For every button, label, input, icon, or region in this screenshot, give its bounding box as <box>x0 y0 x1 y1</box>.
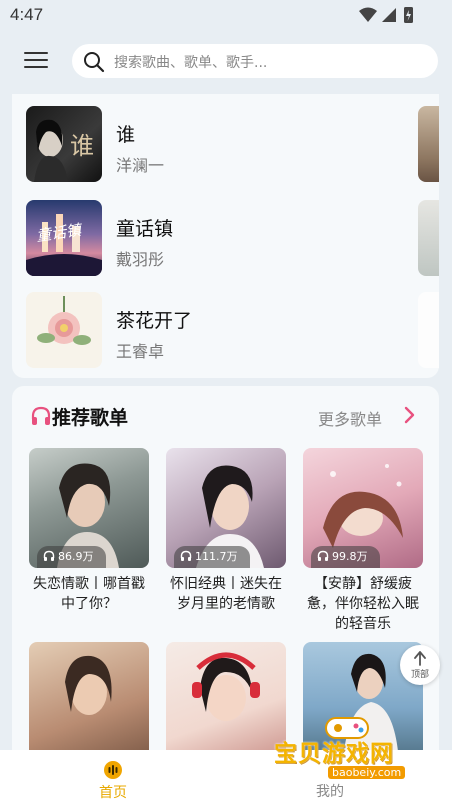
arrow-up-icon <box>414 651 426 666</box>
headphones-icon <box>43 550 55 561</box>
search-icon <box>84 52 105 73</box>
status-icons <box>358 6 416 28</box>
section-title: 推荐歌单 <box>52 407 129 429</box>
playlist-name: 失恋情歌丨哪首戳中了你？ <box>33 576 145 612</box>
playlist-cover: 99.8万 <box>303 448 423 568</box>
site-watermark: 宝贝游戏网 baobeiy.com <box>270 714 430 804</box>
playlist-cover <box>29 642 149 762</box>
song-title: 童话镇 <box>116 218 174 240</box>
song-cover: 童话镇 <box>26 200 102 276</box>
playlist-item[interactable] <box>166 642 286 762</box>
song-artist: 王睿卓 <box>116 342 165 361</box>
wifi-icon <box>359 7 377 22</box>
song-item[interactable]: 谁 谁 洋澜一 <box>12 106 439 186</box>
playlist-item[interactable]: 86.9万 失恋情歌丨哪首戳中了你？ <box>29 448 149 614</box>
song-item[interactable]: 童话镇 童话镇 戴羽彤 <box>12 200 439 280</box>
back-to-top-button[interactable]: 顶部 <box>400 645 440 685</box>
watermark-url: baobeiy.com <box>328 766 406 779</box>
tab-home-label: 首页 <box>99 785 127 801</box>
menu-icon[interactable] <box>24 52 48 70</box>
next-page-cover[interactable] <box>418 106 439 182</box>
playlist-name: 【安静】舒缓疲惫，伴你轻松入眠的轻音乐 <box>307 576 419 632</box>
more-playlists-link[interactable]: 更多歌单 <box>318 406 382 430</box>
next-page-cover[interactable] <box>418 200 439 276</box>
search-input[interactable]: 搜索歌曲、歌单、歌手... <box>114 52 267 72</box>
song-title: 谁 <box>116 124 136 146</box>
song-artist: 戴羽彤 <box>116 250 165 269</box>
playlist-cover: 111.7万 <box>166 448 286 568</box>
play-count: 111.7万 <box>174 546 250 568</box>
search-bar[interactable]: 搜索歌曲、歌单、歌手... <box>72 44 438 78</box>
playlist-item[interactable] <box>29 642 149 762</box>
play-count: 99.8万 <box>311 546 380 568</box>
song-cover <box>26 292 102 368</box>
back-to-top-label: 顶部 <box>410 670 429 680</box>
play-count: 86.9万 <box>37 546 106 568</box>
playlist-cover: 86.9万 <box>29 448 149 568</box>
status-bar: 4:47 <box>0 0 452 30</box>
recommended-playlists: 推荐歌单 更多歌单 86.9万 失恋情歌丨哪首戳中了你？ 111.7万 怀旧经典… <box>12 386 439 762</box>
cover-caption: 谁 <box>70 132 94 160</box>
song-list: 谁 谁 洋澜一 童话镇 童话镇 戴羽彤 茶花开了 王睿卓 <box>12 94 439 378</box>
signal-icon <box>382 8 396 22</box>
song-cover: 谁 <box>26 106 102 182</box>
headphones-icon <box>317 550 329 561</box>
playlist-name: 怀旧经典丨迷失在岁月里的老情歌 <box>170 576 282 612</box>
top-bar: 搜索歌曲、歌单、歌手... <box>0 30 452 94</box>
playlist-cover <box>166 642 286 762</box>
home-music-icon <box>104 761 122 779</box>
headphones-icon <box>180 550 192 561</box>
headphones-icon <box>31 406 51 425</box>
song-item[interactable]: 茶花开了 王睿卓 <box>12 292 439 372</box>
chevron-right-icon[interactable] <box>404 405 416 425</box>
watermark-text: 宝贝游戏网 <box>274 741 394 767</box>
next-page-cover[interactable] <box>418 292 439 368</box>
tab-home[interactable]: 首页 <box>86 758 140 802</box>
song-artist: 洋澜一 <box>116 156 165 175</box>
song-title: 茶花开了 <box>116 310 193 332</box>
playlist-item[interactable]: 99.8万 【安静】舒缓疲惫，伴你轻松入眠的轻音乐 <box>303 448 423 634</box>
playlist-item[interactable]: 111.7万 怀旧经典丨迷失在岁月里的老情歌 <box>166 448 286 614</box>
status-time: 4:47 <box>10 5 44 24</box>
